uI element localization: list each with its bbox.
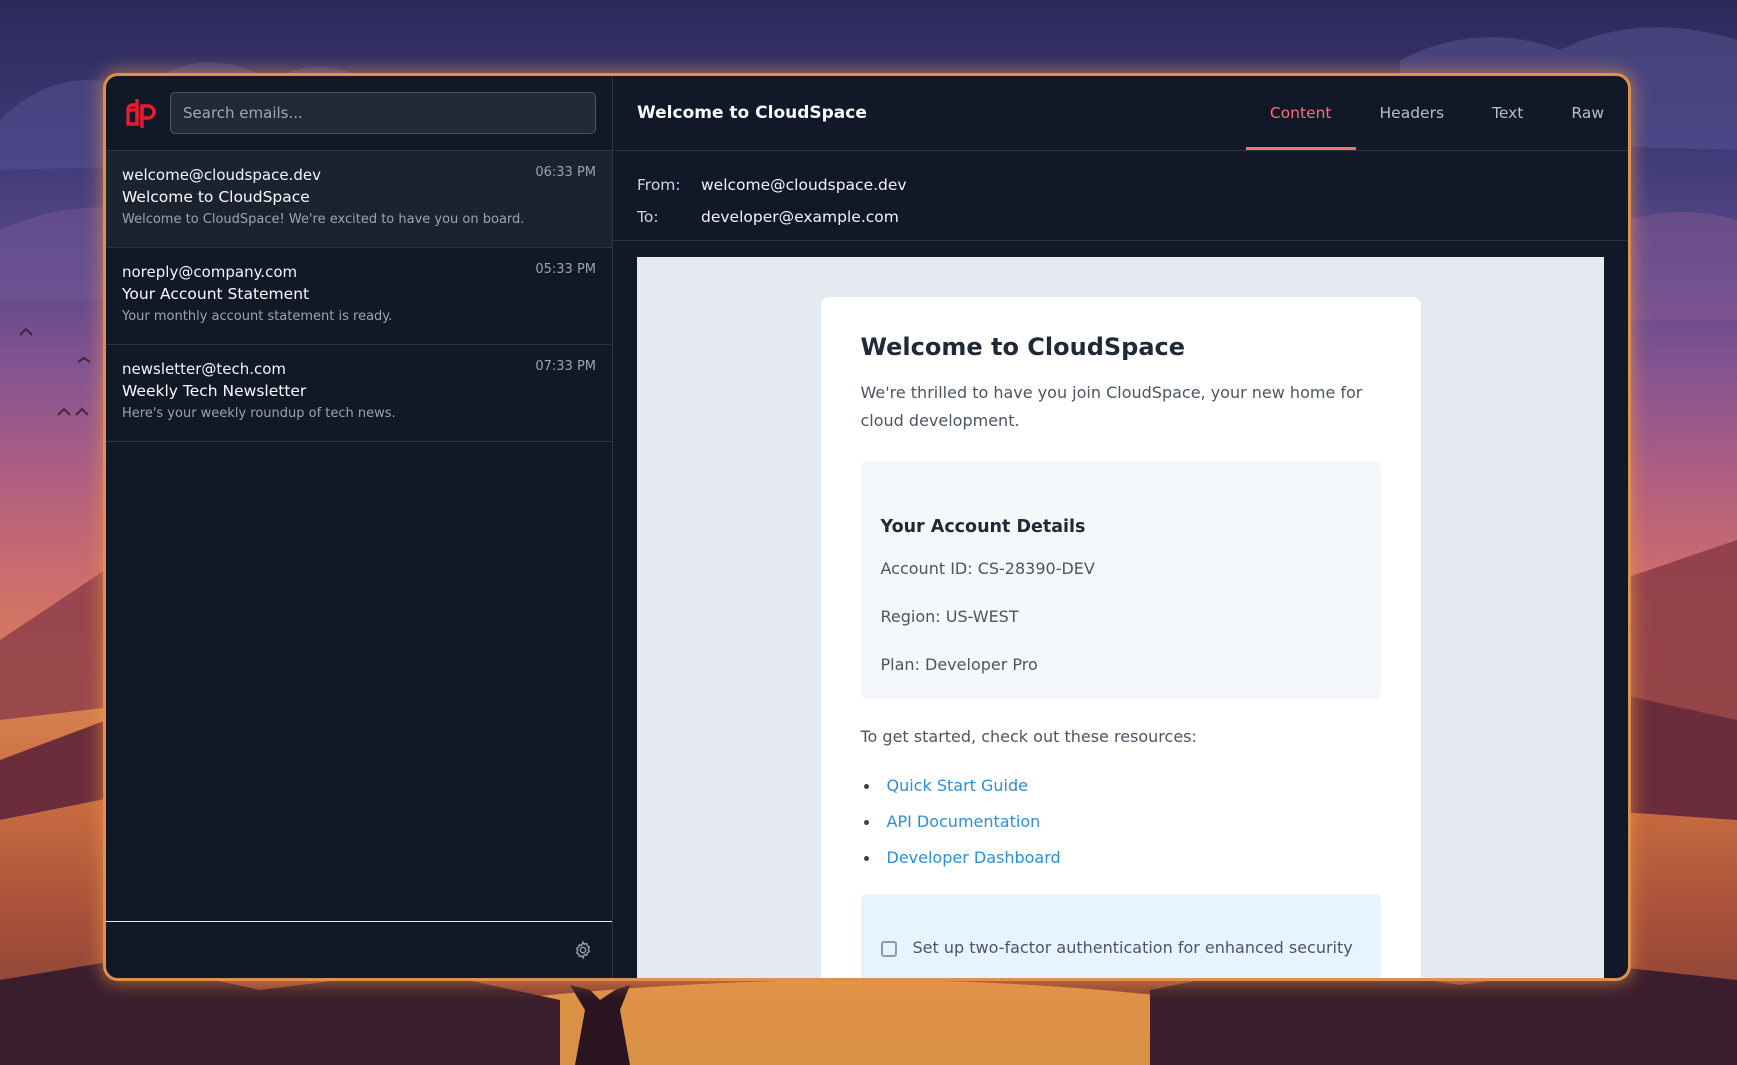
inbox-sidebar: welcome@cloudspace.dev 06:33 PM Welcome … xyxy=(106,76,613,978)
resources-list: Quick Start Guide API Documentation Deve… xyxy=(861,774,1381,870)
email-subject: Your Account Statement xyxy=(122,285,310,303)
tab-text[interactable]: Text xyxy=(1468,76,1547,150)
security-note: Set up two-factor authentication for enh… xyxy=(860,894,1381,978)
email-client-window: welcome@cloudspace.dev 06:33 PM Welcome … xyxy=(106,76,1628,978)
account-id: Account ID: CS-28390-DEV xyxy=(880,559,1095,578)
tab-raw[interactable]: Raw xyxy=(1547,76,1628,150)
api-docs-link[interactable]: API Documentation xyxy=(887,812,1041,831)
tab-headers[interactable]: Headers xyxy=(1356,76,1469,150)
account-details-box: Your Account Details Account ID: CS-2839… xyxy=(860,461,1381,699)
gear-icon[interactable] xyxy=(572,939,594,961)
resources-intro: To get started, check out these resource… xyxy=(860,727,1197,746)
from-address: welcome@cloudspace.dev xyxy=(701,176,907,194)
from-label: From: xyxy=(637,176,681,194)
email-sender: newsletter@tech.com xyxy=(122,360,287,378)
dp-logo-icon xyxy=(126,96,156,130)
message-header-bar: Welcome to CloudSpace Content Headers Te… xyxy=(613,76,1628,151)
list-item: Quick Start Guide xyxy=(861,774,1381,798)
account-plan: Plan: Developer Pro xyxy=(880,655,1038,674)
email-list-item[interactable]: noreply@company.com 05:33 PM Your Accoun… xyxy=(106,248,612,345)
email-heading: Welcome to CloudSpace xyxy=(860,333,1186,361)
sidebar-footer xyxy=(106,921,612,978)
security-note-text: Set up two-factor authentication for enh… xyxy=(912,938,1353,957)
email-subject: Welcome to CloudSpace xyxy=(122,188,310,206)
account-details-title: Your Account Details xyxy=(880,517,1086,537)
to-row: To: developer@example.com xyxy=(637,201,1604,233)
email-sender: noreply@company.com xyxy=(122,263,298,281)
developer-dashboard-link[interactable]: Developer Dashboard xyxy=(887,848,1061,867)
message-meta: From: welcome@cloudspace.dev To: develop… xyxy=(613,151,1628,241)
email-preview: Welcome to CloudSpace! We're excited to … xyxy=(122,212,525,227)
to-address: developer@example.com xyxy=(701,208,899,226)
account-region: Region: US-WEST xyxy=(880,607,1019,626)
message-body: Welcome to CloudSpace We're thrilled to … xyxy=(637,257,1604,978)
email-sender: welcome@cloudspace.dev xyxy=(122,166,321,184)
email-time: 05:33 PM xyxy=(535,262,596,277)
message-viewer: Welcome to CloudSpace Content Headers Te… xyxy=(613,76,1628,978)
email-list: welcome@cloudspace.dev 06:33 PM Welcome … xyxy=(106,151,612,921)
email-card: Welcome to CloudSpace We're thrilled to … xyxy=(820,297,1421,978)
list-item: API Documentation xyxy=(861,810,1381,834)
message-body-scroll[interactable]: Welcome to CloudSpace We're thrilled to … xyxy=(613,241,1628,978)
lock-icon xyxy=(880,941,897,957)
tab-content[interactable]: Content xyxy=(1245,76,1356,150)
email-intro: We're thrilled to have you join CloudSpa… xyxy=(860,383,1363,430)
email-list-item[interactable]: welcome@cloudspace.dev 06:33 PM Welcome … xyxy=(106,151,612,248)
to-label: To: xyxy=(637,208,659,226)
view-tabs: Content Headers Text Raw xyxy=(1245,76,1628,150)
email-preview: Your monthly account statement is ready. xyxy=(122,309,393,324)
from-row: From: welcome@cloudspace.dev xyxy=(637,169,1604,201)
email-preview: Here's your weekly roundup of tech news. xyxy=(122,406,396,421)
search-input[interactable] xyxy=(170,92,596,134)
list-item: Developer Dashboard xyxy=(861,846,1381,870)
sidebar-header xyxy=(106,76,612,151)
quick-start-link[interactable]: Quick Start Guide xyxy=(887,776,1028,795)
message-title: Welcome to CloudSpace xyxy=(637,103,867,123)
email-subject: Weekly Tech Newsletter xyxy=(122,382,307,400)
email-time: 06:33 PM xyxy=(535,165,596,180)
email-time: 07:33 PM xyxy=(535,359,596,374)
email-list-item[interactable]: newsletter@tech.com 07:33 PM Weekly Tech… xyxy=(106,345,612,442)
